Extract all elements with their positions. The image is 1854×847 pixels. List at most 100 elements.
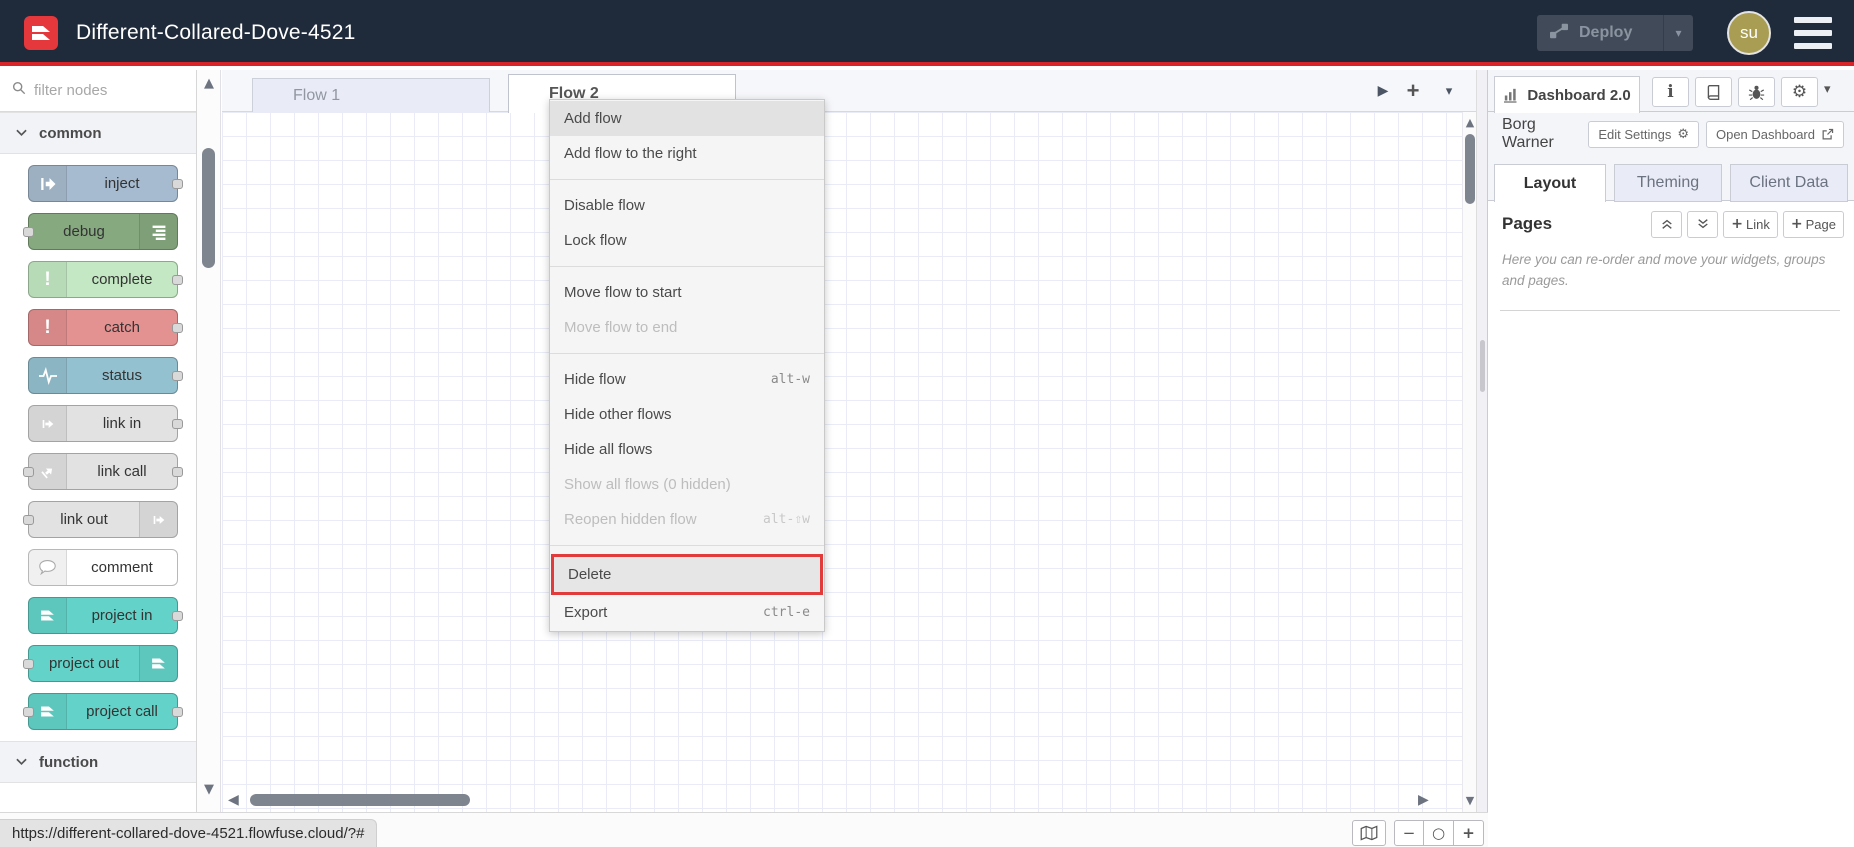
chevron-down-icon	[16, 129, 27, 137]
palette-node-link-out[interactable]: link out	[23, 501, 178, 538]
sidebar-splitter[interactable]	[1476, 70, 1488, 847]
menu-item-export[interactable]: Export ctrl-e	[550, 595, 824, 630]
exclamation-icon: !	[29, 262, 67, 297]
menu-item-label: Move flow to end	[564, 319, 678, 336]
node-port-left[interactable]	[23, 706, 34, 717]
collapse-all-button[interactable]	[1651, 210, 1683, 238]
menu-item-hide-other-flows[interactable]: Hide other flows	[550, 397, 824, 432]
flow-canvas[interactable]	[222, 112, 1462, 812]
menu-item-add-flow[interactable]: Add flow	[550, 101, 824, 136]
add-page-button[interactable]: + Page	[1782, 210, 1844, 238]
palette-node-link-call[interactable]: link call	[23, 453, 183, 490]
debug-button[interactable]	[1738, 77, 1775, 107]
zoom-reset-button[interactable]: ○	[1424, 820, 1454, 846]
splitter-handle[interactable]	[1480, 340, 1485, 392]
menu-item-shortcut: alt-w	[770, 372, 810, 387]
scroll-up-icon[interactable]: ▲	[197, 76, 221, 91]
settings-button[interactable]: ⚙	[1781, 77, 1818, 107]
zoom-out-button[interactable]: −	[1394, 820, 1424, 846]
menu-item-hide-all-flows[interactable]: Hide all flows	[550, 432, 824, 467]
tab-client-data[interactable]: Client Data	[1730, 164, 1848, 202]
tab-dashboard-2[interactable]: Dashboard 2.0	[1494, 76, 1640, 113]
menu-item-add-flow-to-the-right[interactable]: Add flow to the right	[550, 136, 824, 171]
palette-node-inject[interactable]: inject	[28, 165, 183, 202]
arrow-in-icon	[29, 166, 67, 201]
right-sidebar: Dashboard 2.0 i ⚙ ▾ Borg Warner Edit Set…	[1488, 70, 1854, 847]
palette-category-function[interactable]: function	[0, 741, 196, 783]
deploy-options-caret-icon[interactable]: ▾	[1663, 15, 1693, 51]
add-flow-icon[interactable]: +	[1400, 78, 1426, 104]
node-port-left[interactable]	[23, 514, 34, 525]
deploy-button[interactable]: Deploy ▾	[1537, 15, 1693, 51]
debug-list-icon	[139, 214, 177, 249]
menu-item-shortcut: ctrl-e	[763, 605, 810, 620]
palette-scrollbar-thumb[interactable]	[202, 148, 215, 268]
node-label: link in	[102, 415, 142, 432]
scroll-right-icon[interactable]: ▶	[1418, 792, 1429, 808]
node-port-right[interactable]	[172, 178, 183, 189]
palette-scrollbar[interactable]: ▲ ▼	[197, 70, 221, 812]
zoom-in-button[interactable]: +	[1454, 820, 1484, 846]
menu-item-hide-flow[interactable]: Hide flow alt-w	[550, 362, 824, 397]
open-dashboard-button[interactable]: Open Dashboard	[1705, 120, 1844, 148]
node-label: catch	[104, 319, 140, 336]
dashboard-subtabs: Layout Theming Client Data	[1488, 156, 1854, 202]
palette-node-project-in[interactable]: project in	[28, 597, 183, 634]
flow-list-caret-icon[interactable]: ▾	[1436, 78, 1462, 104]
node-port-left[interactable]	[23, 466, 34, 477]
canvas-vertical-scrollbar[interactable]: ▲ ▼	[1462, 112, 1476, 812]
sidebar-tabs-caret-icon[interactable]: ▾	[1824, 82, 1831, 97]
palette-filter-input[interactable]: filter nodes	[0, 70, 196, 112]
vertical-scrollbar-thumb[interactable]	[1465, 134, 1475, 204]
node-port-left[interactable]	[23, 226, 34, 237]
palette-node-debug[interactable]: debug	[23, 213, 178, 250]
user-avatar[interactable]: su	[1727, 11, 1771, 55]
status-url-tooltip: https://different-collared-dove-4521.flo…	[0, 819, 378, 847]
node-red-logo-icon	[24, 16, 58, 50]
docs-button[interactable]	[1695, 77, 1732, 107]
node-label: status	[101, 367, 143, 384]
menu-item-move-flow-to-start[interactable]: Move flow to start	[550, 275, 824, 310]
palette-node-comment[interactable]: comment	[28, 549, 178, 586]
add-link-button[interactable]: + Link	[1723, 210, 1778, 238]
menu-separator	[550, 266, 824, 267]
tab-theming[interactable]: Theming	[1614, 164, 1722, 202]
palette-node-link-in[interactable]: link in	[28, 405, 183, 442]
horizontal-scrollbar-thumb[interactable]	[250, 794, 470, 806]
scroll-left-icon[interactable]: ◀	[228, 792, 239, 808]
menu-item-delete[interactable]: Delete	[551, 554, 823, 595]
double-chevron-down-icon	[1698, 219, 1708, 229]
palette-node-complete[interactable]: ! complete	[28, 261, 183, 298]
node-port-right[interactable]	[172, 418, 183, 429]
palette-node-catch[interactable]: ! catch	[28, 309, 183, 346]
tab-flow-1[interactable]: Flow 1	[252, 78, 490, 112]
menu-item-lock-flow[interactable]: Lock flow	[550, 223, 824, 258]
palette-category-common[interactable]: common	[0, 112, 196, 154]
tab-layout[interactable]: Layout	[1494, 164, 1606, 202]
info-button[interactable]: i	[1652, 77, 1689, 107]
palette-node-project-call[interactable]: project call	[23, 693, 183, 730]
palette-node-project-out[interactable]: project out	[23, 645, 178, 682]
menu-item-label: Delete	[568, 566, 612, 583]
expand-all-button[interactable]	[1687, 210, 1719, 238]
menu-item-show-all-flows-0-hidden: Show all flows (0 hidden)	[550, 467, 824, 502]
scroll-down-icon[interactable]: ▼	[1463, 794, 1477, 807]
main-menu-icon[interactable]	[1794, 17, 1832, 49]
palette-node-status[interactable]: status	[28, 357, 183, 394]
node-port-right[interactable]	[172, 610, 183, 621]
menu-item-label: Move flow to start	[564, 284, 682, 301]
info-icon: i	[1667, 82, 1674, 102]
node-port-right[interactable]	[172, 706, 183, 717]
next-tab-icon[interactable]: ▶	[1370, 78, 1396, 104]
menu-separator	[550, 545, 824, 546]
navigator-button[interactable]	[1352, 820, 1386, 846]
node-port-left[interactable]	[23, 658, 34, 669]
node-port-right[interactable]	[172, 466, 183, 477]
node-port-right[interactable]	[172, 370, 183, 381]
node-port-right[interactable]	[172, 274, 183, 285]
scroll-down-icon[interactable]: ▼	[197, 782, 221, 797]
edit-settings-button[interactable]: Edit Settings ⚙	[1588, 120, 1699, 148]
menu-item-disable-flow[interactable]: Disable flow	[550, 188, 824, 223]
scroll-up-icon[interactable]: ▲	[1463, 116, 1477, 129]
node-port-right[interactable]	[172, 322, 183, 333]
